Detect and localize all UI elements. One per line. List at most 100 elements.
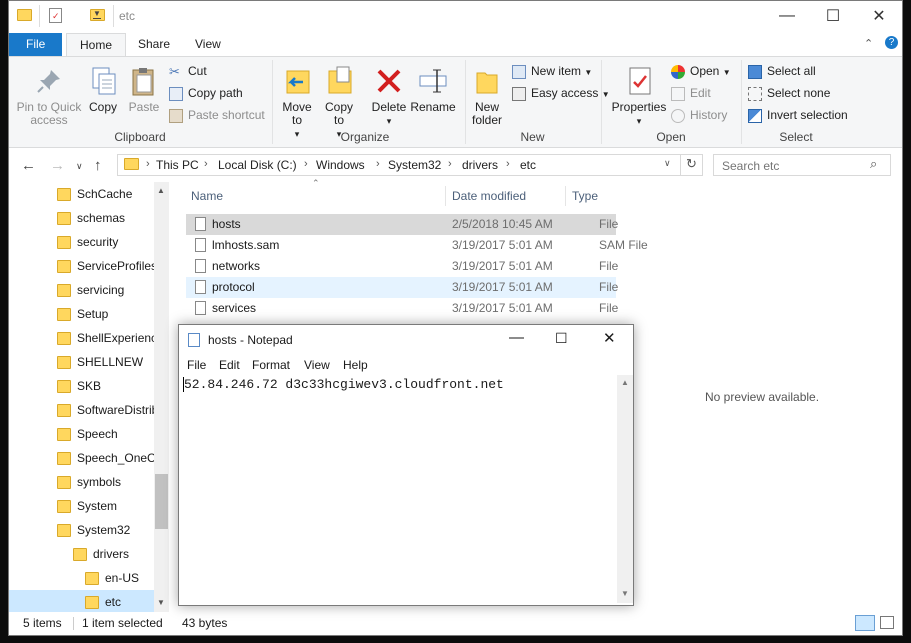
column-date-modified[interactable]: Date modified — [452, 182, 526, 210]
notepad-menu-view[interactable]: View — [304, 358, 330, 372]
select-all-button[interactable]: Select all — [748, 62, 816, 80]
help-icon[interactable]: ? — [885, 36, 898, 49]
scroll-up-icon[interactable]: ▲ — [157, 186, 165, 195]
nav-item[interactable]: en-US — [9, 566, 154, 590]
notepad-minimize-button[interactable]: — — [509, 329, 524, 346]
nav-item[interactable]: SHELLNEW — [9, 350, 154, 374]
search-icon[interactable]: ⌕ — [870, 156, 877, 172]
nav-item[interactable]: SKB — [9, 374, 154, 398]
scroll-down-icon[interactable]: ▼ — [621, 589, 629, 598]
file-date-modified: 3/19/2017 5:01 AM — [452, 301, 553, 315]
delete-button[interactable]: Delete ▾ — [369, 65, 409, 128]
nav-item[interactable]: System — [9, 494, 154, 518]
nav-item[interactable]: Speech — [9, 422, 154, 446]
tab-view[interactable]: View — [182, 33, 234, 56]
search-input[interactable] — [720, 157, 864, 175]
tab-file[interactable]: File — [9, 33, 63, 56]
tab-home[interactable]: Home — [66, 33, 127, 56]
forward-arrow-icon[interactable]: → — [50, 157, 65, 174]
nav-item[interactable]: Setup — [9, 302, 154, 326]
breadcrumb-windows[interactable]: Windows — [316, 158, 365, 172]
scroll-down-icon[interactable]: ▼ — [157, 598, 165, 607]
nav-item[interactable]: symbols — [9, 470, 154, 494]
nav-item[interactable]: drivers — [9, 542, 154, 566]
notepad-scrollbar[interactable]: ▲ ▼ — [617, 375, 633, 603]
file-row[interactable]: services 3/19/2017 5:01 AM File — [186, 298, 618, 319]
nav-item-label: etc — [105, 595, 122, 609]
back-arrow-icon[interactable]: ← — [21, 157, 36, 174]
nav-item[interactable]: security — [9, 230, 154, 254]
notepad-text-area[interactable]: 52.84.246.72 d3c33hcgiwev3.cloudfront.ne… — [181, 375, 617, 603]
chevron-right-icon: › — [448, 158, 452, 170]
details-view-icon[interactable] — [855, 615, 875, 631]
delete-icon — [373, 65, 405, 97]
scroll-thumb[interactable] — [155, 474, 168, 529]
notepad-menu-format[interactable]: Format — [252, 358, 290, 372]
address-row: ← → ∨ ↑ › This PC › Local Disk (C:) › Wi… — [9, 148, 902, 182]
nav-item[interactable]: System32 — [9, 518, 154, 542]
column-name[interactable]: Name — [191, 182, 223, 210]
nav-item[interactable]: ServiceProfiles — [9, 254, 157, 278]
scroll-up-icon[interactable]: ▲ — [621, 378, 629, 387]
folder-icon — [57, 452, 71, 466]
nav-item[interactable]: SoftwareDistrib — [9, 398, 158, 422]
breadcrumb-system32[interactable]: System32 — [388, 158, 441, 172]
select-none-button[interactable]: Select none — [748, 84, 830, 102]
large-icons-view-icon[interactable] — [880, 616, 894, 629]
column-type[interactable]: Type — [572, 182, 598, 210]
notepad-close-button[interactable]: ✕ — [603, 329, 616, 347]
history-button[interactable]: History — [671, 106, 727, 124]
paste-button[interactable]: Paste — [125, 65, 163, 114]
cut-button[interactable]: ✂ Cut — [169, 62, 207, 80]
recent-locations-icon[interactable]: ∨ — [76, 161, 83, 172]
notepad-maximize-button[interactable]: ☐ — [555, 330, 568, 347]
notepad-menu-file[interactable]: File — [187, 358, 206, 372]
nav-item[interactable]: ShellExperienc — [9, 326, 157, 350]
new-item-button[interactable]: New item ▼ — [512, 62, 592, 80]
customize-toolbar-icon[interactable]: ▼ — [93, 10, 101, 19]
easy-access-button[interactable]: Easy access ▼ — [512, 84, 610, 102]
file-icon — [195, 301, 206, 315]
breadcrumb-this-pc[interactable]: This PC — [156, 158, 199, 172]
nav-item[interactable]: schemas — [9, 206, 154, 230]
open-button[interactable]: Open ▼ — [671, 62, 731, 80]
file-row[interactable]: hosts 2/5/2018 10:45 AM File — [186, 214, 618, 235]
invert-selection-button[interactable]: Invert selection — [748, 106, 848, 124]
copy-button[interactable]: Copy — [85, 65, 121, 114]
search-box[interactable]: ⌕ — [713, 154, 891, 176]
properties-quick-icon[interactable]: ✓ — [49, 8, 62, 23]
minimize-button[interactable]: — — [764, 1, 810, 31]
new-folder-button[interactable]: New folder — [467, 65, 507, 127]
notepad-menu-edit[interactable]: Edit — [219, 358, 240, 372]
paste-icon — [128, 65, 160, 97]
pin-to-quick-access-button[interactable]: Pin to Quick access — [13, 65, 85, 127]
paste-shortcut-button[interactable]: Paste shortcut — [169, 106, 265, 124]
nav-item[interactable]: Speech_OneCo — [9, 446, 162, 470]
copy-path-button[interactable]: Copy path — [169, 84, 243, 102]
breadcrumb-etc[interactable]: etc — [520, 158, 536, 172]
breadcrumb-local-disk[interactable]: Local Disk (C:) — [218, 158, 297, 172]
maximize-button[interactable]: ☐ — [810, 1, 856, 31]
file-row[interactable]: networks 3/19/2017 5:01 AM File — [186, 256, 618, 277]
close-button[interactable]: ✕ — [856, 1, 902, 31]
nav-scrollbar[interactable]: ▲ ▼ — [154, 182, 169, 612]
file-row[interactable]: lmhosts.sam 3/19/2017 5:01 AM SAM File — [186, 235, 648, 256]
nav-item[interactable]: SchCache — [9, 182, 154, 206]
address-dropdown-icon[interactable]: ∨ — [664, 158, 671, 169]
up-arrow-icon[interactable]: ↑ — [94, 157, 102, 174]
edit-button[interactable]: Edit — [671, 84, 711, 102]
collapse-ribbon-icon[interactable]: ⌃ — [864, 37, 873, 50]
address-bar[interactable]: › This PC › Local Disk (C:) › Windows › … — [117, 154, 703, 176]
rename-icon — [417, 65, 449, 97]
breadcrumb-drivers[interactable]: drivers — [462, 158, 498, 172]
rename-button[interactable]: Rename — [409, 65, 457, 114]
nav-item[interactable]: servicing — [9, 278, 154, 302]
file-row[interactable]: protocol 3/19/2017 5:01 AM File — [186, 277, 618, 298]
file-date-modified: 3/19/2017 5:01 AM — [452, 259, 553, 273]
nav-item-label: security — [77, 235, 119, 249]
properties-button[interactable]: Properties ▾ — [609, 65, 669, 128]
nav-item[interactable]: etc — [9, 590, 154, 612]
refresh-icon[interactable]: ↻ — [686, 156, 697, 172]
tab-share[interactable]: Share — [125, 33, 183, 56]
notepad-menu-help[interactable]: Help — [343, 358, 368, 372]
